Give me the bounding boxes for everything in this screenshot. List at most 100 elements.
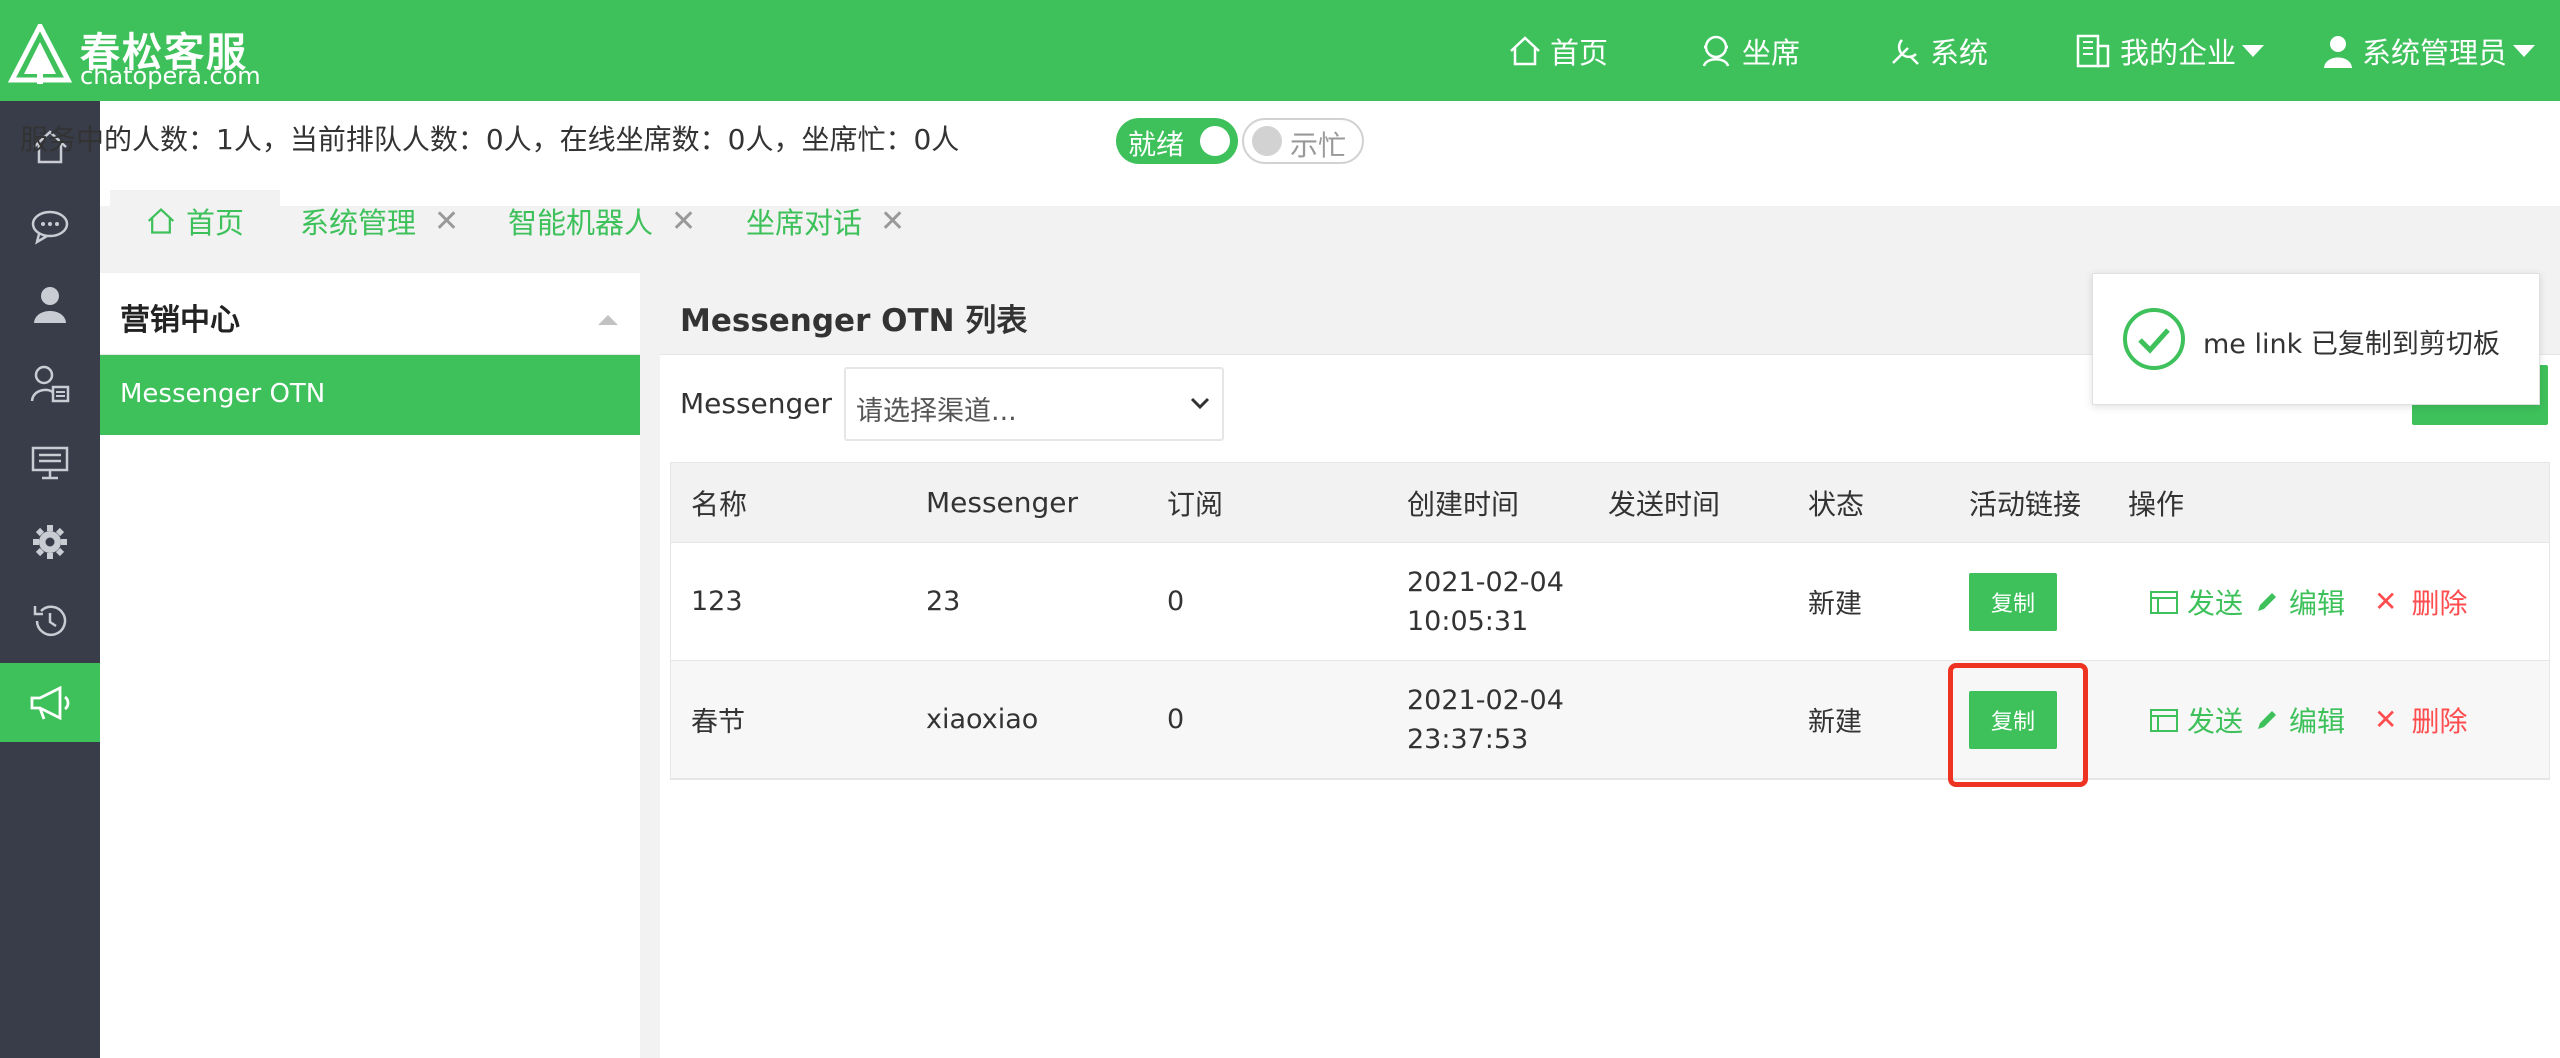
copy-link-button[interactable]: 复制 [1969,691,2057,749]
topnav-home[interactable]: 首页 [1508,0,1608,101]
cell-status: 新建 [1808,707,1862,738]
top-bar: 春松客服 chatopera.com 首页 坐席 系统 我的企业 系统管理员 [0,0,2560,101]
edit-action[interactable]: 编辑 [2255,543,2345,660]
topnav-enterprise[interactable]: 我的企业 [2074,0,2265,101]
close-icon: ✕ [2374,703,2398,736]
ready-toggle[interactable]: 就绪 [1116,118,1238,164]
tab-chatbot-label: 智能机器人 [508,206,654,240]
contacts-icon [30,365,70,402]
delete-label: 删除 [2411,704,2468,738]
col-name: 名称 [691,487,748,521]
tab-agent-conversation-label: 坐席对话 [746,206,863,240]
page-title: Messenger OTN 列表 [680,303,1028,339]
tab-agent-conversation[interactable]: 坐席对话 ✕ [746,190,905,252]
sidebar-item-user[interactable] [0,265,100,344]
user-icon [2324,35,2352,68]
close-icon: ✕ [2374,585,2398,618]
pencil-icon [2258,592,2276,611]
home-icon [147,208,175,234]
cell-name: 123 [691,586,743,617]
otn-table: 名称 Messenger 订阅 创建时间 发送时间 状态 活动链接 操作 123… [670,462,2550,780]
send-label: 发送 [2187,704,2244,738]
table-row: 春节 xiaoxiao 0 2021-02-04 23:37:53 新建 复制 … [671,661,2549,779]
sidebar-item-monitor[interactable] [0,423,100,502]
topnav-home-label: 首页 [1550,35,1609,70]
queue-status-text: 服务中的人数：1人，当前排队人数：0人，在线坐席数：0人，坐席忙：0人 [20,123,960,156]
close-icon[interactable]: ✕ [434,204,459,239]
delete-label: 删除 [2411,586,2468,620]
filter-label: Messenger [680,387,833,420]
tools-icon [1892,38,1919,65]
col-actions: 操作 [2128,487,2185,521]
edit-label: 编辑 [2289,704,2346,738]
col-messenger: Messenger [926,486,1079,519]
col-status: 状态 [1808,487,1865,521]
tree-logo-icon [8,24,72,84]
home-icon [1510,35,1540,65]
chevron-down-icon [2513,44,2536,57]
user-icon [34,286,66,323]
sidebar-item-marketing[interactable] [0,663,100,742]
send-label: 发送 [2187,586,2244,620]
history-icon [33,605,67,636]
sidebar-item-settings[interactable] [0,502,100,581]
panel-header[interactable]: 营销中心 [100,273,640,355]
tab-chatbot[interactable]: 智能机器人 ✕ [508,190,696,252]
cell-messenger: xiaoxiao [926,704,1039,735]
toast-message: me link 已复制到剪切板 [2203,329,2500,360]
sidebar-item-contacts[interactable] [0,344,100,423]
edit-action[interactable]: 编辑 [2255,661,2345,778]
created-date: 2021-02-04 [1407,684,1564,716]
channel-select[interactable]: 请选择渠道... [844,367,1224,441]
col-sent: 发送时间 [1608,487,1721,521]
logo[interactable]: 春松客服 chatopera.com [8,20,261,90]
sidebar-item-chat[interactable] [0,186,100,265]
topnav-enterprise-label: 我的企业 [2120,35,2237,70]
tab-system-admin[interactable]: 系统管理 ✕ [300,190,459,252]
delete-action[interactable]: ✕ 删除 [2374,661,2467,778]
topnav-user[interactable]: 系统管理员 [2322,0,2536,101]
table-row: 123 23 0 2021-02-04 10:05:31 新建 复制 发送 编辑… [671,543,2549,661]
sidebar-item-history[interactable] [0,581,100,660]
close-icon[interactable]: ✕ [880,204,905,239]
monitor-icon [31,446,69,479]
busy-toggle[interactable]: 示忙 [1242,118,1364,164]
topnav-user-label: 系统管理员 [2362,35,2508,70]
cell-created: 2021-02-04 23:37:53 [1407,661,1564,778]
tab-system-admin-label: 系统管理 [300,206,417,240]
chat-icon [31,210,69,245]
busy-toggle-label: 示忙 [1290,129,1347,162]
col-link: 活动链接 [1969,487,2082,521]
topnav-system-label: 系统 [1930,35,1989,70]
calendar-icon [2150,590,2178,614]
cell-name: 春节 [691,707,745,738]
delete-action[interactable]: ✕ 删除 [2374,543,2467,660]
tab-home[interactable]: 首页 [110,190,281,252]
cell-status: 新建 [1808,589,1862,620]
copy-link-button[interactable]: 复制 [1969,573,2057,631]
close-icon[interactable]: ✕ [671,204,696,239]
topnav-system[interactable]: 系统 [1888,0,1988,101]
brand-sub: chatopera.com [80,62,261,90]
sidebar [0,101,100,1058]
gear-icon [33,524,67,559]
left-nav-item-label: Messenger OTN [120,379,326,409]
headset-icon [1702,35,1730,67]
created-time: 10:05:31 [1407,605,1529,637]
tab-home-label: 首页 [186,206,245,240]
channel-select-placeholder: 请选择渠道... [856,396,1017,427]
collapse-arrow-icon[interactable] [598,315,618,325]
col-created: 创建时间 [1407,487,1520,521]
topnav-agent[interactable]: 坐席 [1698,0,1800,101]
ready-toggle-label: 就绪 [1128,128,1185,161]
cell-subscribe: 0 [1167,704,1185,735]
send-action[interactable]: 发送 [2149,543,2243,660]
toast-notification: me link 已复制到剪切板 [2092,273,2540,405]
chevron-down-icon [2242,44,2265,57]
calendar-icon [2150,708,2178,732]
panel-title: 营销中心 [120,303,240,338]
left-nav-item-messenger-otn[interactable]: Messenger OTN [100,355,640,435]
send-action[interactable]: 发送 [2149,661,2243,778]
chevron-down-icon [1190,397,1210,410]
toggle-knob [1200,126,1230,156]
